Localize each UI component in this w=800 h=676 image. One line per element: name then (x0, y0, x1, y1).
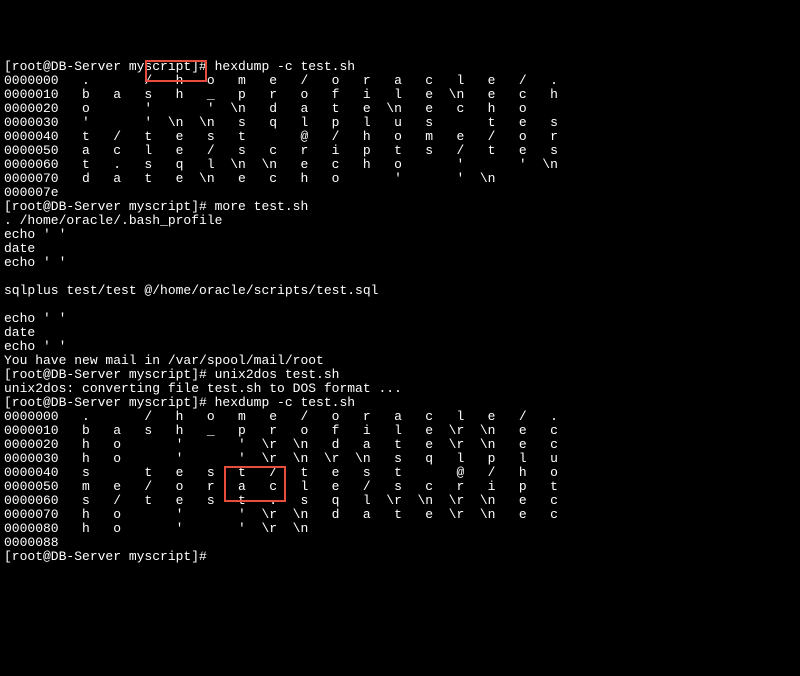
terminal[interactable]: [root@DB-Server myscript]# hexdump -c te… (4, 60, 796, 564)
